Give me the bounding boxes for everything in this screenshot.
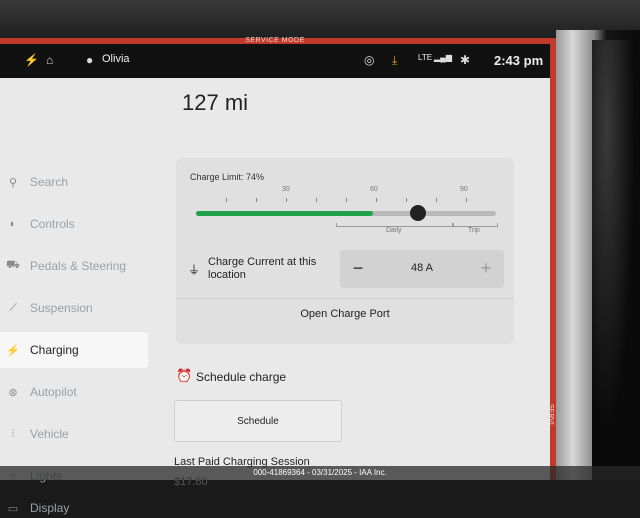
profile-name[interactable]: Olivia bbox=[102, 53, 130, 65]
suspension-icon: ⟋ bbox=[9, 301, 17, 314]
plug-icon: ⏚ bbox=[188, 263, 201, 277]
sidebar-item-label: Search bbox=[30, 175, 69, 189]
charge-settings-card: Charge Limit: 74% 30 60 90 Daily Trip ⏚ … bbox=[176, 158, 514, 344]
slider-handle[interactable] bbox=[410, 205, 426, 221]
schedule-charge-heading: Schedule charge bbox=[196, 370, 287, 384]
charge-limit-label: Charge Limit: 74% bbox=[190, 172, 265, 182]
display-icon: ▭ bbox=[7, 502, 19, 515]
network-label: LTE bbox=[418, 53, 433, 62]
steering-wheel-icon: ⊛ bbox=[8, 386, 18, 399]
trip-label: Trip bbox=[468, 227, 480, 234]
sidebar-item-suspension[interactable]: ⟋ Suspension bbox=[0, 290, 148, 326]
download-icon[interactable]: ⤓ bbox=[392, 53, 397, 68]
dashboard-frame bbox=[0, 0, 640, 40]
home-icon[interactable]: ⌂ bbox=[46, 53, 53, 67]
tick-label: 30 bbox=[282, 186, 290, 193]
signal-icon: ▂▄▆ bbox=[434, 53, 452, 62]
sidebar-item-label: Suspension bbox=[30, 301, 93, 315]
charge-level-fill bbox=[196, 211, 373, 216]
search-icon: ⚲ bbox=[8, 176, 18, 189]
sidebar-item-vehicle[interactable]: ⫶ Vehicle bbox=[0, 416, 148, 452]
touchscreen: SERVICE MODE ⚡ ⌂ ● Olivia ◎ ⤓ LTE ▂▄▆ ✱ … bbox=[0, 37, 556, 515]
charge-current-stepper: − 48 A + bbox=[340, 250, 504, 288]
tick-mark bbox=[376, 198, 377, 202]
charge-current-label: Charge Current at this location bbox=[208, 256, 317, 281]
tick-mark bbox=[346, 198, 347, 202]
alarm-clock-icon: ⏰ bbox=[176, 368, 193, 383]
sidebar-item-controls[interactable]: ◐ Controls bbox=[0, 206, 148, 242]
sidebar-item-label: Display bbox=[30, 501, 70, 515]
tick-mark bbox=[466, 198, 467, 202]
charge-limit-slider[interactable] bbox=[196, 205, 496, 221]
bolt-icon: ⚡ bbox=[24, 53, 39, 67]
toggle-icon: ◐ bbox=[9, 218, 17, 230]
sidebar-item-pedals-steering[interactable]: ⛟ Pedals & Steering bbox=[0, 248, 148, 284]
tick-mark bbox=[436, 198, 437, 202]
tick-mark bbox=[226, 198, 227, 202]
estimated-range: 127 mi bbox=[182, 90, 249, 115]
tick-label: 90 bbox=[460, 186, 468, 193]
sidebar-item-label: Pedals & Steering bbox=[30, 259, 127, 273]
charging-panel: 127 mi Charge Limit: 74% 30 60 90 Daily … bbox=[170, 80, 550, 488]
car-icon: ⛟ bbox=[6, 259, 20, 271]
open-charge-port-button[interactable]: Open Charge Port bbox=[176, 308, 514, 320]
sidebar-item-search[interactable]: ⚲ Search bbox=[0, 164, 148, 200]
decrease-current-button[interactable]: − bbox=[348, 258, 368, 279]
increase-current-button[interactable]: + bbox=[476, 258, 496, 279]
sliders-icon: ⫶ bbox=[11, 427, 15, 440]
service-mode-banner: SERVICE MODE bbox=[245, 37, 305, 44]
tick-mark bbox=[406, 198, 407, 202]
bluetooth-icon[interactable]: ✱ bbox=[460, 53, 470, 67]
tick-mark bbox=[316, 198, 317, 202]
tick-label: 60 bbox=[370, 186, 378, 193]
status-bar: ⚡ ⌂ ● Olivia ◎ ⤓ LTE ▂▄▆ ✱ 2:43 pm bbox=[0, 44, 550, 78]
dash-trim bbox=[592, 40, 640, 480]
schedule-button[interactable]: Schedule bbox=[174, 400, 342, 442]
sidebar-item-charging[interactable]: ⚡ Charging bbox=[0, 332, 148, 368]
sidebar-item-autopilot[interactable]: ⊛ Autopilot bbox=[0, 374, 148, 410]
watermark: 000-41869364 - 03/31/2025 - IAA Inc. bbox=[0, 466, 640, 480]
daily-label: Daily bbox=[386, 227, 402, 234]
clock: 2:43 pm bbox=[494, 53, 544, 68]
charge-current-value: 48 A bbox=[410, 262, 434, 274]
sidebar-item-label: Controls bbox=[30, 217, 75, 231]
tick-mark bbox=[256, 198, 257, 202]
sidebar-item-label: Autopilot bbox=[30, 385, 77, 399]
sentry-icon[interactable]: ◎ bbox=[364, 53, 374, 67]
bolt-icon: ⚡ bbox=[6, 344, 20, 357]
sidebar-item-label: Charging bbox=[30, 343, 79, 357]
sidebar-item-display[interactable]: ▭ Display bbox=[0, 498, 148, 518]
tick-mark bbox=[286, 198, 287, 202]
divider bbox=[176, 298, 514, 299]
sidebar-item-label: Vehicle bbox=[30, 427, 69, 441]
service-mode-side-label: SERVI bbox=[547, 404, 554, 425]
user-icon: ● bbox=[86, 53, 94, 67]
settings-sidebar: ⚲ Search ◐ Controls ⛟ Pedals & Steering … bbox=[0, 80, 160, 515]
